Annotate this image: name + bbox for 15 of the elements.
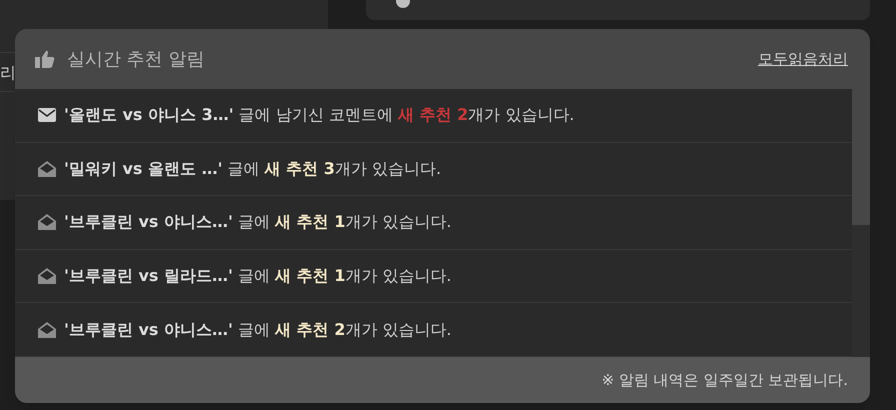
open-envelope-icon bbox=[38, 322, 56, 338]
open-envelope-icon bbox=[38, 160, 56, 177]
notification-text[interactable]: '올랜도 vs 야니스 3…' 글에 남기신 코멘트에 새 추천 2개가 있습니다. bbox=[64, 103, 574, 128]
open-envelope-icon bbox=[38, 214, 56, 230]
panel-title: 실시간 추천 알림 bbox=[67, 48, 204, 72]
envelope-icon bbox=[38, 108, 56, 122]
mark-all-read-link[interactable]: 모두읽음처리 bbox=[758, 48, 848, 70]
open-envelope-icon bbox=[38, 268, 56, 284]
thumbs-up-icon bbox=[35, 50, 55, 68]
footer-note: ※ 알림 내역은 일주일간 보관됩니다. bbox=[602, 370, 848, 391]
notification-text[interactable]: '브루클린 vs 야니스…' 글에 새 추천 2개가 있습니다. bbox=[64, 318, 452, 342]
scrollbar[interactable] bbox=[852, 89, 870, 357]
notification-text[interactable]: '브루클린 vs 릴라드…' 글에 새 추천 1개가 있습니다. bbox=[64, 264, 452, 288]
notification-text[interactable]: '브루클린 vs 야니스…' 글에 새 추천 1개가 있습니다. bbox=[64, 210, 452, 234]
notification-text[interactable]: '밀워키 vs 올랜도 …' 글에 새 추천 3개가 있습니다. bbox=[64, 156, 442, 181]
